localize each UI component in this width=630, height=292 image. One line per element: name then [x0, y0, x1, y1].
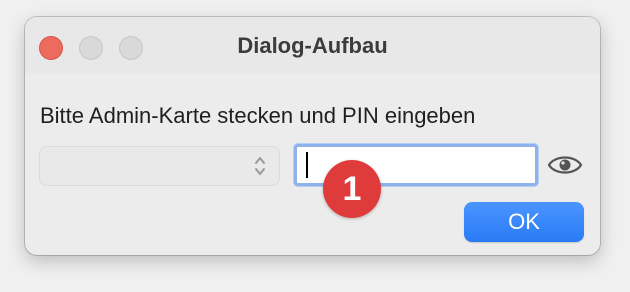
text-cursor: [306, 152, 308, 178]
card-select[interactable]: [39, 146, 280, 186]
window-title: Dialog-Aufbau: [237, 33, 388, 58]
dialog-window: Dialog-Aufbau Bitte Admin-Karte stecken …: [25, 17, 600, 255]
annotation-badge: 1: [323, 160, 381, 218]
ok-button[interactable]: OK: [464, 202, 584, 242]
eye-icon[interactable]: [547, 153, 583, 177]
prompt-label: Bitte Admin-Karte stecken und PIN eingeb…: [40, 103, 476, 128]
chevron-updown-icon: [255, 157, 265, 175]
title-bar: Dialog-Aufbau: [25, 17, 600, 73]
